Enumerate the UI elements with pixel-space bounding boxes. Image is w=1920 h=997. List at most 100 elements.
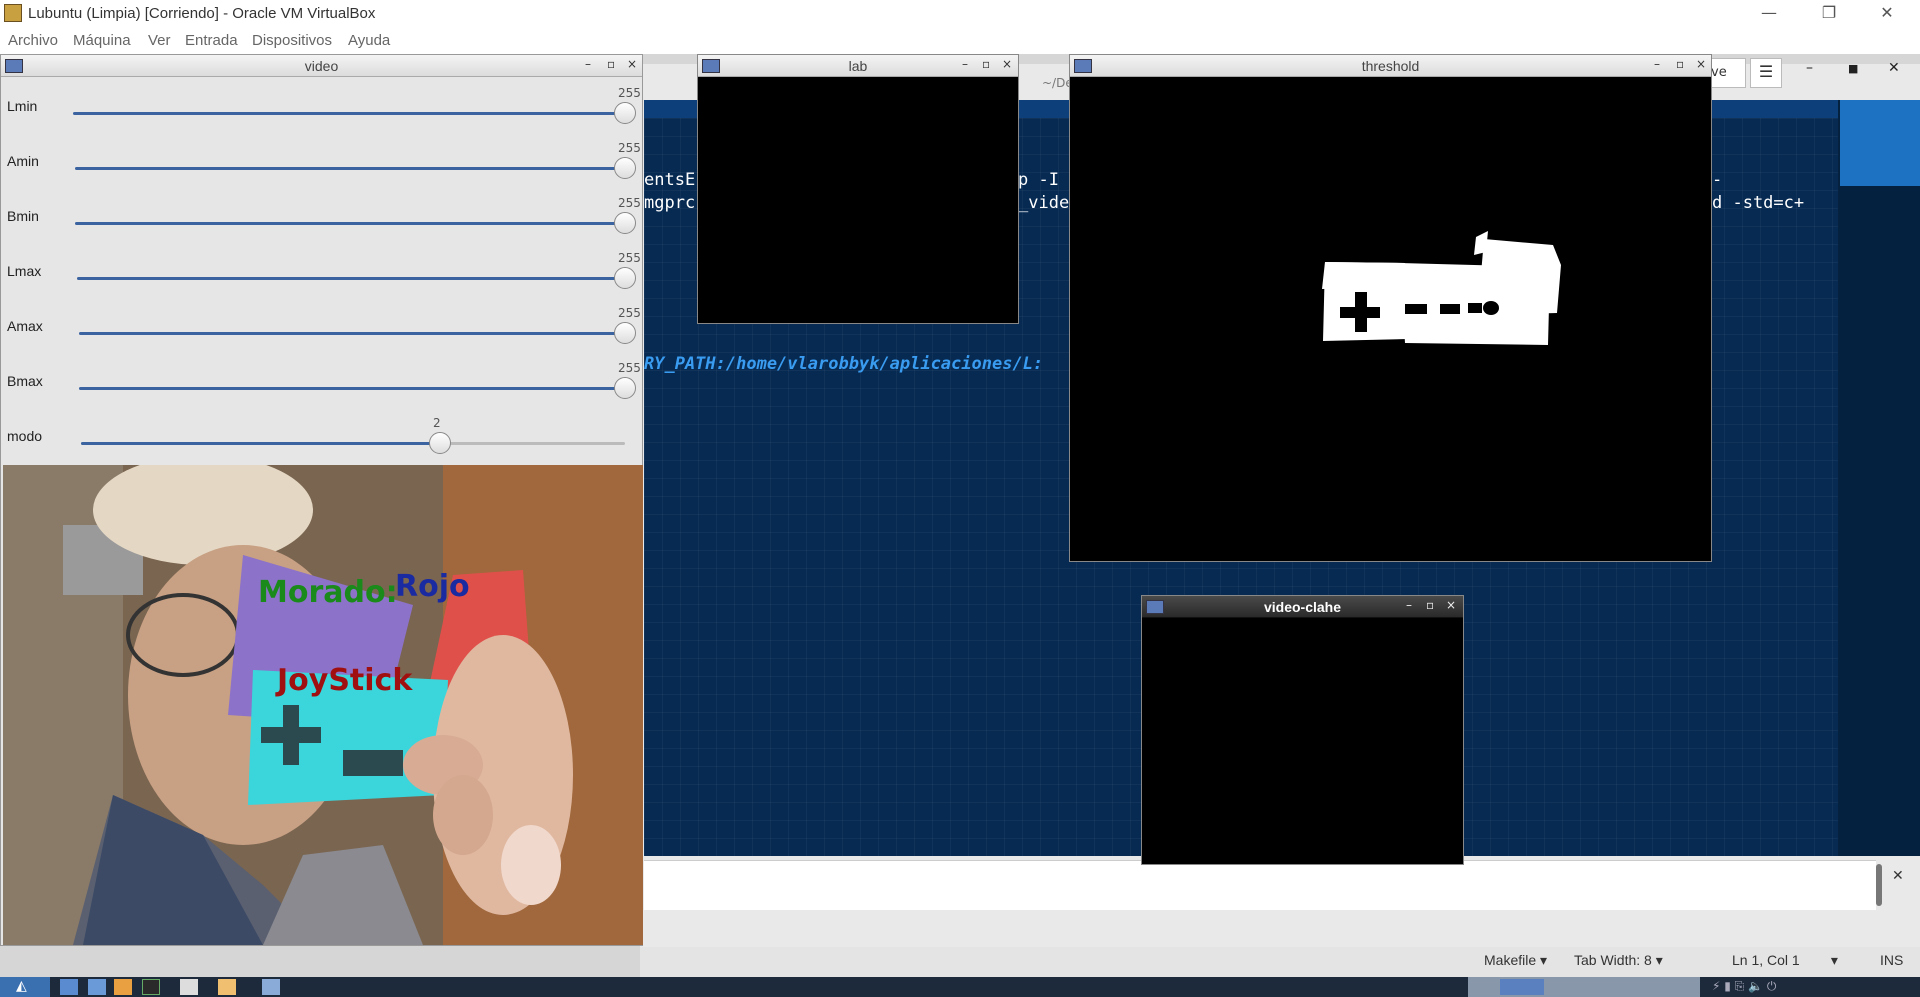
label-morado: Morado:	[258, 575, 398, 610]
threshold-maximize-button[interactable]: ▫	[1676, 57, 1684, 71]
text-editor-icon[interactable]	[114, 979, 132, 995]
trackbar-value-amax: 255	[618, 306, 641, 320]
terminal-icon[interactable]	[142, 979, 160, 995]
browser-icon[interactable]	[88, 979, 106, 995]
video-camera-feed: Morado: Rojo JoyStick	[3, 465, 643, 945]
editor-save-button[interactable]: ve	[1706, 58, 1746, 88]
threshold-window: threshold – ▫ ×	[1069, 54, 1712, 562]
filetype-label: Makefile	[1484, 952, 1537, 968]
lab-minimize-button[interactable]: –	[962, 57, 968, 71]
trackbar-label-bmax: Bmax	[7, 373, 43, 389]
virtualbox-icon	[4, 4, 22, 22]
editor-statusbar	[640, 947, 1920, 977]
threshold-titlebar[interactable]: threshold – ▫ ×	[1070, 55, 1711, 77]
editor-close-button[interactable]: ✕	[1888, 60, 1900, 76]
trackbar-handle-lmax[interactable]	[614, 267, 636, 289]
trackbar-value-amin: 255	[618, 141, 641, 155]
trackbar-value-lmax: 255	[618, 251, 641, 265]
menu-ayuda[interactable]: Ayuda	[348, 32, 390, 49]
bottom-panel-close-button[interactable]: ✕	[1892, 868, 1904, 884]
vm-display: ~/De ve ☰ – ■ ✕ entsE p -I - mgprc _vide…	[0, 54, 1920, 977]
camera-frame	[3, 465, 643, 945]
taskbar-window-3[interactable]	[262, 979, 280, 995]
active-window-button[interactable]	[1500, 979, 1544, 995]
trackbar-label-lmin: Lmin	[7, 98, 38, 114]
trackbar-label-amax: Amax	[7, 318, 43, 334]
menu-ver[interactable]: Ver	[148, 32, 171, 49]
start-icon: ◭	[16, 978, 27, 994]
lab-titlebar[interactable]: lab – ▫ ×	[698, 55, 1018, 77]
threshold-close-button[interactable]: ×	[1696, 57, 1706, 71]
restore-button[interactable]: ❐	[1806, 0, 1852, 28]
threshold-minimize-button[interactable]: –	[1654, 57, 1660, 71]
trackbar-handle-amax[interactable]	[614, 322, 636, 344]
label-joystick: JoyStick	[277, 663, 413, 698]
clahe-close-button[interactable]: ×	[1446, 598, 1456, 612]
trackbar-handle-lmin[interactable]	[614, 102, 636, 124]
code-line-2-mid: _vide	[1018, 193, 1070, 213]
close-button[interactable]: ✕	[1864, 0, 1910, 28]
code-line-1-start: entsE	[644, 170, 696, 190]
clahe-titlebar[interactable]: video-clahe – ▫ ×	[1142, 596, 1463, 618]
trackbar-track-bmax[interactable]	[79, 387, 625, 390]
code-line-1-mid: p -I	[1018, 170, 1059, 190]
trackbar-handle-bmax[interactable]	[614, 377, 636, 399]
video-close-button[interactable]: ×	[627, 57, 637, 71]
menu-dispositivos[interactable]: Dispositivos	[252, 32, 332, 49]
tab-width-label: Tab Width: 8	[1574, 952, 1652, 968]
video-minimize-button[interactable]: –	[585, 57, 591, 71]
trackbar-label-modo: modo	[7, 428, 43, 444]
menu-maquina[interactable]: Máquina	[73, 32, 131, 49]
taskbar-window-2[interactable]	[218, 979, 236, 995]
video-title: video	[304, 58, 339, 74]
video-clahe-window: video-clahe – ▫ ×	[1141, 595, 1464, 865]
insert-mode: INS	[1880, 952, 1904, 968]
file-manager-icon[interactable]	[60, 979, 78, 995]
start-menu-button[interactable]: ◭	[0, 977, 50, 997]
code-library-path: RY_PATH:/home/vlarobbyk/aplicaciones/L:	[644, 354, 1044, 374]
cursor-position[interactable]: Ln 1, Col 1 ▾	[1732, 952, 1838, 969]
editor-menu-button[interactable]: ☰	[1750, 58, 1782, 88]
clahe-maximize-button[interactable]: ▫	[1426, 598, 1434, 612]
video-maximize-button[interactable]: ▫	[607, 57, 615, 71]
threshold-title: threshold	[1361, 58, 1420, 74]
video-titlebar[interactable]: video – ▫ ×	[1, 55, 642, 77]
menu-archivo[interactable]: Archivo	[8, 32, 58, 49]
trackbar-track-amax[interactable]	[79, 332, 625, 335]
video-window: video – ▫ × Lmin 255 Amin 255 Bmin 255 Lmax 255…	[0, 54, 643, 946]
cursor-position-label: Ln 1, Col 1	[1732, 952, 1800, 968]
label-rojo: Rojo	[395, 569, 470, 604]
editor-maximize-button[interactable]: ■	[1848, 62, 1858, 75]
trackbar-value-bmax: 255	[618, 361, 641, 375]
taskbar-window-1[interactable]	[180, 979, 198, 995]
code-line-2-start: mgprc	[644, 193, 696, 213]
code-line-2-end: d -std=c+	[1712, 193, 1805, 213]
code-line-1-end: -	[1712, 170, 1723, 190]
host-window-title: Lubuntu (Limpia) [Corriendo] - Oracle VM…	[28, 5, 376, 22]
trackbar-track-lmin[interactable]	[73, 112, 625, 115]
tab-width-selector[interactable]: Tab Width: 8 ▾	[1574, 952, 1663, 969]
minimize-button[interactable]: —	[1746, 0, 1792, 28]
clahe-minimize-button[interactable]: –	[1406, 598, 1412, 612]
filetype-selector[interactable]: Makefile ▾	[1484, 952, 1547, 969]
bottom-panel-scrollbar[interactable]	[1876, 864, 1882, 906]
minimap-thumb[interactable]	[1840, 100, 1920, 186]
trackbar-track-amin[interactable]	[75, 167, 625, 170]
editor-minimize-button[interactable]: –	[1806, 60, 1813, 76]
trackbar-track-bmin[interactable]	[75, 222, 625, 225]
menu-entrada[interactable]: Entrada	[185, 32, 238, 49]
trackbar-value-lmin: 255	[618, 86, 641, 100]
threshold-mask-image	[1322, 231, 1561, 345]
trackbar-handle-bmin[interactable]	[614, 212, 636, 234]
clahe-title: video-clahe	[1263, 599, 1342, 615]
system-tray[interactable]: ⚡ ▮ ⎘ 🔈 ⏻	[1712, 979, 1912, 995]
trackbar-handle-modo[interactable]	[429, 432, 452, 454]
lab-maximize-button[interactable]: ▫	[982, 57, 990, 71]
trackbar-label-bmin: Bmin	[7, 208, 39, 224]
trackbar-handle-amin[interactable]	[614, 157, 636, 179]
lab-close-button[interactable]: ×	[1002, 57, 1012, 71]
editor-bottom-panel[interactable]	[644, 860, 1876, 910]
editor-minimap[interactable]	[1838, 100, 1920, 856]
lab-title: lab	[848, 58, 868, 74]
trackbar-track-lmax[interactable]	[77, 277, 625, 280]
